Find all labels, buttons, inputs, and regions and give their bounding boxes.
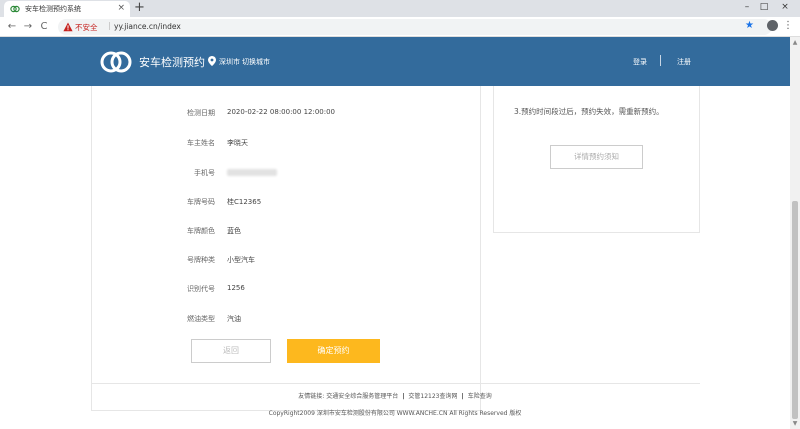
browser-tab[interactable]: 安车检测预约系统 × — [4, 1, 130, 17]
scroll-down-icon[interactable]: ▼ — [790, 420, 800, 427]
footer-divider — [91, 383, 700, 384]
back-icon[interactable]: ← — [6, 20, 18, 34]
browser-toolbar: ← → C 不安全 | yy.jiance.cn/index ★ ⋮ — [0, 17, 800, 37]
footer-link-insurance[interactable]: 车险查询 — [468, 393, 492, 400]
scrollbar-thumb[interactable] — [792, 201, 798, 419]
row-label-plate-type: 号牌种类 — [187, 256, 215, 264]
row-value-plate-type: 小型汽车 — [227, 256, 255, 264]
warning-icon — [63, 22, 73, 32]
row-value-phone-blurred — [227, 169, 277, 176]
header-divider — [660, 55, 661, 66]
confirm-appointment-button[interactable]: 确定预约 — [287, 339, 380, 363]
footer-link-separator: | — [402, 393, 405, 400]
site-header: 安车检测预约 深圳市 切换城市 登录 注册 — [0, 37, 790, 86]
bookmark-star-icon[interactable]: ★ — [745, 20, 754, 31]
notice-text: 3.预约时间段过后，预约失效，需重新预约。 — [514, 107, 664, 116]
row-label-phone: 手机号 — [194, 169, 215, 177]
minimize-icon[interactable]: – — [740, 2, 754, 12]
page-viewport: 安车检测预约 深圳市 切换城市 登录 注册 检测日期 2020-02-22 08… — [0, 37, 790, 429]
row-value-vin: 1256 — [227, 284, 245, 292]
tab-bar: 安车检测预约系统 × + – □ × — [0, 0, 800, 17]
footer-link-separator: | — [461, 393, 464, 400]
row-label-plate: 车牌号码 — [187, 198, 215, 206]
appointment-notice-button[interactable]: 详情预约须知 — [550, 145, 643, 169]
security-label: 不安全 — [75, 23, 98, 32]
browser-menu-icon[interactable]: ⋮ — [783, 19, 793, 33]
row-value-plate: 桂C12365 — [227, 198, 262, 206]
tab-title: 安车检测预约系统 — [25, 5, 81, 13]
footer-link-12123[interactable]: 交管12123查询网 — [408, 393, 457, 400]
new-tab-button[interactable]: + — [134, 1, 145, 15]
row-value-plate-color: 蓝色 — [227, 227, 241, 235]
row-value-owner: 李晓天 — [227, 139, 248, 147]
close-window-icon[interactable]: × — [778, 2, 792, 12]
row-label-date: 检测日期 — [187, 109, 215, 117]
favicon-icon — [10, 5, 20, 13]
row-label-plate-color: 车牌颜色 — [187, 227, 215, 235]
login-link[interactable]: 登录 — [633, 57, 647, 67]
scroll-up-icon[interactable]: ▲ — [790, 39, 800, 46]
page-scrollbar[interactable]: ▲ ▼ — [790, 37, 800, 429]
profile-avatar[interactable] — [767, 20, 778, 31]
copyright-text: CopyRight2009 深圳市安车检测股份有限公司 WWW.ANCHE.CN… — [268, 410, 522, 417]
tab-close-icon[interactable]: × — [117, 3, 125, 13]
footer-links: 友情链接: 交通安全综合服务管理平台 | 交管12123查询网 | 车险查询 — [0, 391, 790, 400]
site-brand[interactable]: 安车检测预约 — [139, 54, 205, 70]
logo-icon — [100, 51, 132, 73]
switch-city-link[interactable]: 切换城市 — [242, 57, 270, 67]
register-link[interactable]: 注册 — [677, 57, 691, 67]
url-separator: | — [108, 21, 111, 30]
row-value-date: 2020-02-22 08:00:00 12:00:00 — [227, 108, 336, 116]
location-pin-icon — [208, 56, 216, 66]
reload-icon[interactable]: C — [38, 20, 50, 34]
forward-icon[interactable]: → — [22, 20, 34, 34]
appointment-form-card — [91, 86, 481, 411]
row-label-fuel: 燃油类型 — [187, 315, 215, 323]
footer-link-traffic-platform[interactable]: 友情链接: 交通安全综合服务管理平台 — [298, 393, 398, 400]
row-label-vin: 识别代号 — [187, 285, 215, 293]
maximize-icon[interactable]: □ — [757, 2, 771, 12]
current-city: 深圳市 — [219, 58, 240, 66]
row-value-fuel: 汽油 — [227, 315, 241, 323]
back-button[interactable]: 返回 — [191, 339, 271, 363]
url-text[interactable]: yy.jiance.cn/index — [114, 22, 181, 31]
address-bar[interactable]: 不安全 | yy.jiance.cn/index ★ — [58, 19, 772, 35]
row-label-owner: 车主姓名 — [187, 139, 215, 147]
